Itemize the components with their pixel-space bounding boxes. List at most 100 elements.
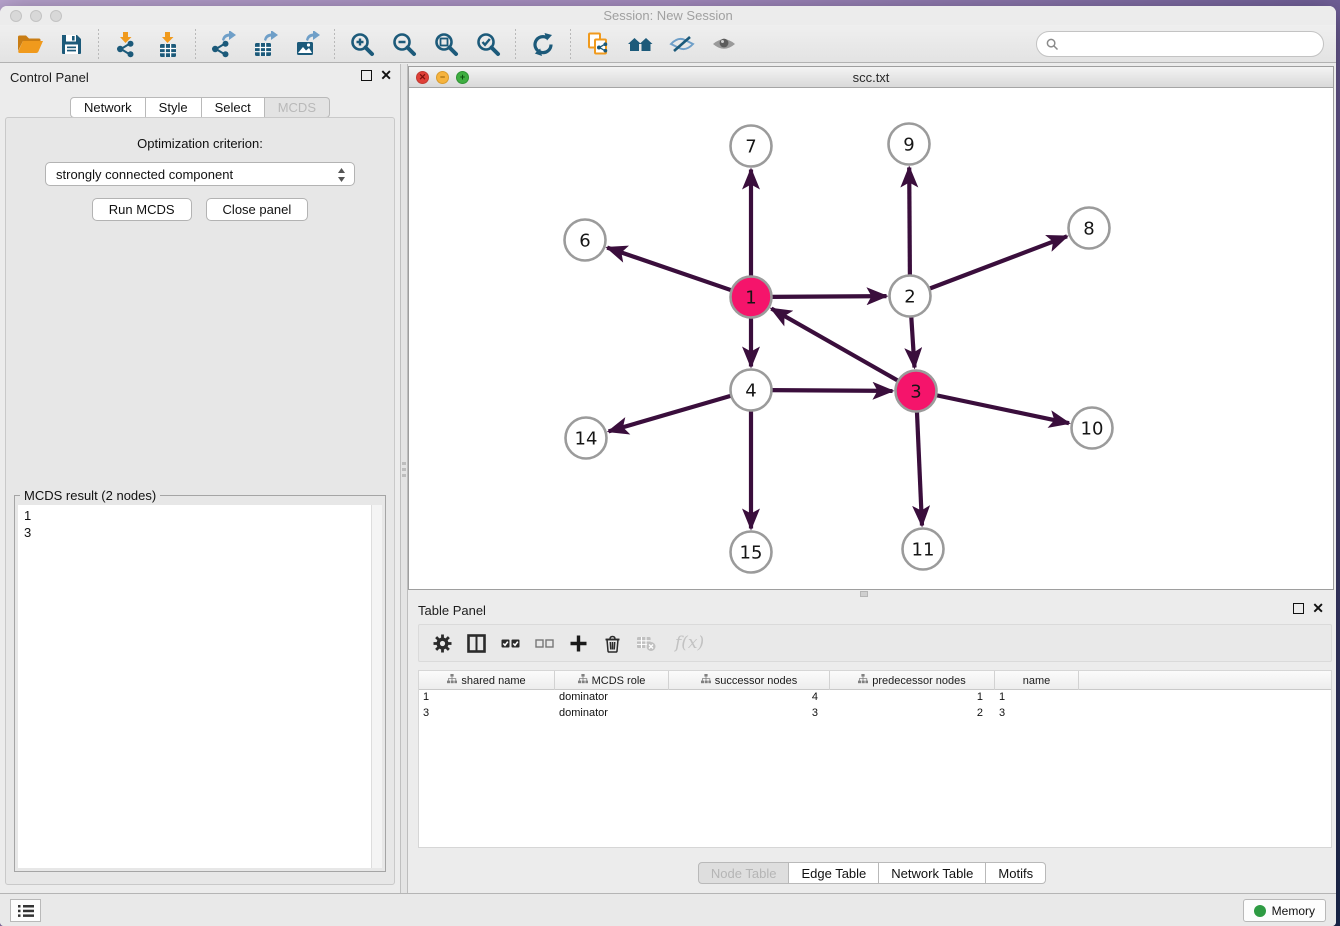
tab-network-table[interactable]: Network Table [879, 862, 986, 884]
edge-1-6[interactable] [607, 248, 732, 291]
toolbar-separator [195, 29, 196, 59]
function-builder-icon[interactable]: f(x) [675, 633, 704, 653]
hide-selected-button[interactable] [661, 29, 703, 59]
table-cell[interactable]: 1 [830, 690, 995, 706]
table-panel-close-icon[interactable]: ✕ [1312, 603, 1324, 614]
close-panel-button[interactable]: Close panel [206, 198, 309, 221]
tab-node-table[interactable]: Node Table [698, 862, 790, 884]
search-text-field[interactable] [1064, 37, 1323, 51]
run-mcds-button[interactable]: Run MCDS [92, 198, 192, 221]
node-15[interactable]: 15 [731, 532, 772, 573]
export-network-button[interactable] [202, 29, 244, 59]
criterion-dropdown[interactable]: strongly connected component [45, 162, 355, 186]
tab-style[interactable]: Style [146, 97, 202, 118]
search-input[interactable] [1036, 31, 1324, 57]
control-panel-float-icon[interactable] [361, 70, 372, 81]
control-panel-close-icon[interactable]: ✕ [380, 70, 392, 81]
network-canvas[interactable]: 7 9 6 8 1 2 4 3 14 10 15 11 [409, 88, 1333, 589]
show-all-button[interactable] [703, 29, 745, 59]
refresh-button[interactable] [522, 29, 564, 59]
tab-motifs[interactable]: Motifs [986, 862, 1046, 884]
table-panel-float-icon[interactable] [1293, 603, 1304, 614]
node-14[interactable]: 14 [566, 418, 607, 459]
zoom-fit-button[interactable] [425, 29, 467, 59]
node-10[interactable]: 10 [1072, 408, 1113, 449]
edge-2-3[interactable] [911, 316, 914, 368]
table-cell[interactable]: 2 [830, 706, 995, 722]
zoom-in-button[interactable] [341, 29, 383, 59]
new-network-from-selection-button[interactable] [577, 29, 619, 59]
table-row[interactable]: 3dominator323 [419, 706, 1331, 722]
node-8[interactable]: 8 [1069, 208, 1110, 249]
network-graph[interactable]: 7 9 6 8 1 2 4 3 14 10 15 11 [409, 88, 1335, 591]
tab-network[interactable]: Network [70, 97, 146, 118]
task-history-button[interactable] [10, 899, 41, 922]
save-button[interactable] [50, 29, 92, 59]
node-11[interactable]: 11 [903, 529, 944, 570]
zoom-selected-button[interactable] [467, 29, 509, 59]
vertical-splitter[interactable] [400, 64, 408, 893]
deselect-all-button[interactable] [529, 629, 559, 657]
zoom-out-button[interactable] [383, 29, 425, 59]
column-header-MCDS-role[interactable]: MCDS role [555, 671, 669, 690]
select-all-button[interactable] [495, 629, 525, 657]
export-table-button[interactable] [244, 29, 286, 59]
app-window: Session: New Session C [0, 6, 1336, 926]
edge-3-11[interactable] [917, 411, 922, 526]
window-titlebar: Session: New Session [0, 6, 1336, 25]
node-7[interactable]: 7 [731, 126, 772, 167]
column-header-successor-nodes[interactable]: successor nodes [669, 671, 830, 690]
table-row[interactable]: 1dominator411 [419, 690, 1331, 706]
delete-column-button[interactable] [597, 629, 627, 657]
column-layout-button[interactable] [461, 629, 491, 657]
node-table[interactable]: shared nameMCDS rolesuccessor nodesprede… [418, 670, 1332, 848]
table-cell[interactable]: 4 [669, 690, 830, 706]
import-network-button[interactable] [105, 29, 147, 59]
memory-button[interactable]: Memory [1243, 899, 1326, 922]
settings-button[interactable] [427, 629, 457, 657]
node-3[interactable]: 3 [896, 371, 937, 412]
tab-mcds[interactable]: MCDS [265, 97, 330, 118]
svg-text:6: 6 [579, 230, 590, 251]
first-neighbors-button[interactable] [619, 29, 661, 59]
tab-select[interactable]: Select [202, 97, 265, 118]
node-6[interactable]: 6 [565, 220, 606, 261]
edge-4-14[interactable] [609, 395, 733, 431]
table-cell[interactable]: 1 [419, 690, 555, 706]
edge-3-1[interactable] [771, 309, 899, 382]
table-cell[interactable]: 3 [669, 706, 830, 722]
svg-text:3: 3 [910, 381, 921, 402]
main-toolbar [0, 25, 1336, 63]
toolbar-separator [98, 29, 99, 59]
node-4[interactable]: 4 [731, 370, 772, 411]
delete-table-button[interactable] [631, 629, 661, 657]
node-2[interactable]: 2 [890, 276, 931, 317]
edge-1-2[interactable] [771, 296, 887, 297]
column-header-predecessor-nodes[interactable]: predecessor nodes [830, 671, 995, 690]
edge-3-10[interactable] [935, 395, 1069, 423]
mcds-result-list[interactable]: 1 3 [18, 505, 371, 868]
column-header-shared-name[interactable]: shared name [419, 671, 555, 690]
table-cell[interactable]: 3 [995, 706, 1079, 722]
table-cell[interactable]: dominator [555, 690, 669, 706]
tab-edge-table[interactable]: Edge Table [789, 862, 879, 884]
edge-2-9[interactable] [909, 168, 910, 277]
edge-4-3[interactable] [771, 390, 893, 391]
table-cell[interactable]: 1 [995, 690, 1079, 706]
mcds-result-scrollbar[interactable] [371, 505, 382, 868]
open-button[interactable] [8, 29, 50, 59]
node-1[interactable]: 1 [731, 277, 772, 318]
svg-text:2: 2 [904, 286, 915, 307]
tree-icon [701, 674, 711, 687]
add-column-button[interactable] [563, 629, 593, 657]
network-view-window: ✕ − + scc.txt 7 9 6 8 1 2 4 3 [408, 66, 1334, 590]
import-table-button[interactable] [147, 29, 189, 59]
table-cell[interactable]: dominator [555, 706, 669, 722]
node-9[interactable]: 9 [889, 124, 930, 165]
export-image-button[interactable] [286, 29, 328, 59]
network-view-title: scc.txt [409, 70, 1333, 85]
edge-2-8[interactable] [928, 236, 1067, 289]
list-icon [17, 904, 35, 918]
column-header-name[interactable]: name [995, 671, 1079, 690]
table-cell[interactable]: 3 [419, 706, 555, 722]
